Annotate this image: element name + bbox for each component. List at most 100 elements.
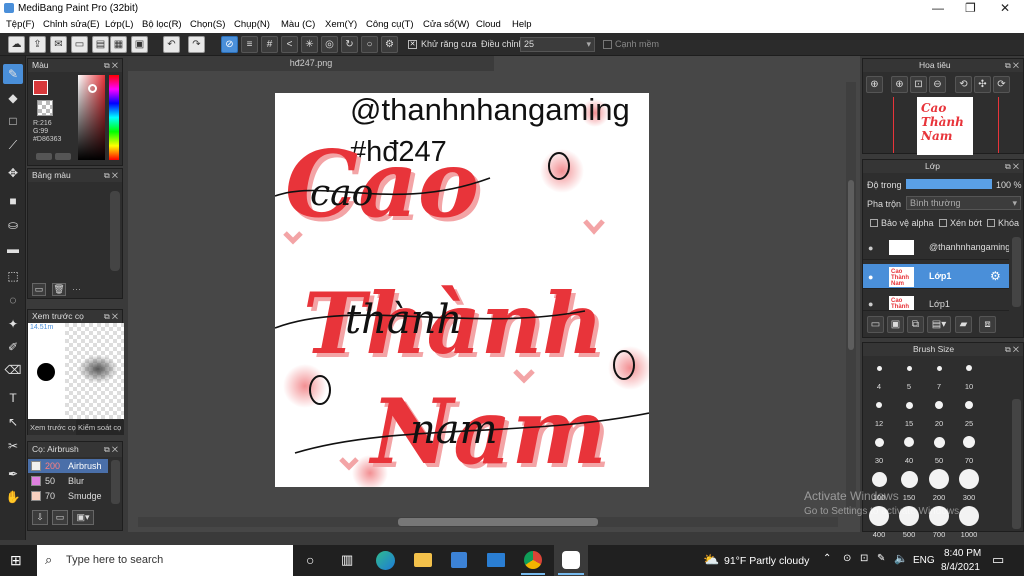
artboard[interactable]: @thanhnhangaming #hđ247 Cao Cao Thành Th… (275, 93, 649, 487)
menu-window[interactable]: Cửa sổ(W) (423, 19, 469, 30)
lock-checkbox[interactable] (987, 219, 995, 227)
brush-size-option[interactable]: 10 (954, 358, 984, 394)
add-palette-icon[interactable]: ▭ (32, 283, 46, 296)
close-icon[interactable]: ⧉ ✕ (104, 310, 118, 323)
eyedrop-button[interactable] (55, 153, 71, 160)
clip-checkbox[interactable] (939, 219, 947, 227)
select-eraser-tool-icon[interactable]: ⌫ (3, 360, 23, 380)
tab-brush-preview[interactable]: Xem trước cọ (28, 420, 76, 435)
zoom-in-icon[interactable]: ⊕ (866, 76, 883, 93)
cortana-icon[interactable]: ○ (306, 552, 314, 568)
eye-icon[interactable]: ● (868, 243, 873, 253)
brush-size-option[interactable]: 70 (954, 432, 984, 468)
pen-workspace-icon[interactable]: ✎ (877, 553, 885, 564)
palette-scrollbar[interactable] (110, 191, 120, 271)
navigator-thumbnail[interactable]: Cao Thành Nam (917, 97, 973, 155)
eye-icon[interactable]: ● (868, 299, 873, 309)
tab-brush-control[interactable]: Kiểm soát cọ (76, 420, 124, 435)
horizontal-scroll-thumb[interactable] (398, 518, 598, 526)
radial-snap-icon[interactable]: ✳ (301, 36, 318, 53)
menu-color[interactable]: Màu (C) (281, 19, 315, 30)
brush-size-option[interactable]: 5 (894, 358, 924, 394)
close-icon[interactable]: ⧉ ✕ (1005, 160, 1019, 173)
meet-now-icon[interactable]: ⊙ (843, 553, 851, 564)
menu-layer[interactable]: Lớp(L) (105, 19, 133, 30)
fill-rect-tool-icon[interactable]: ■ (3, 191, 23, 211)
clock-date[interactable]: 8/4/2021 (941, 562, 980, 573)
layer-row[interactable]: ● Cao Thành Lớp1 (863, 293, 1009, 311)
close-icon[interactable]: ⧉ ✕ (1005, 343, 1019, 356)
operation-tool-icon[interactable]: ↖ (3, 412, 23, 432)
document-tab[interactable]: hđ247.png (128, 56, 494, 71)
brush-size-option[interactable]: 30 (864, 432, 894, 468)
edge-browser-icon[interactable] (376, 551, 395, 570)
add-brush-icon[interactable]: ▭ (52, 510, 68, 525)
redo-icon[interactable]: ↷ (188, 36, 205, 53)
no-snap-icon[interactable]: ⊘ (221, 36, 238, 53)
menu-view[interactable]: Xem(Y) (325, 19, 357, 30)
brush-menu-icon[interactable]: ▣▾ (72, 510, 94, 525)
color-picker-handle[interactable] (88, 84, 97, 93)
clock-time[interactable]: 8:40 PM (944, 548, 981, 559)
menu-cloud[interactable]: Cloud (476, 19, 501, 30)
select-tool-icon[interactable]: ⬚ (3, 266, 23, 286)
language-indicator[interactable]: ENG (913, 555, 935, 566)
divide-tool-icon[interactable]: ✂ (3, 436, 23, 456)
soft-edge-checkbox[interactable] (603, 40, 612, 49)
brush-size-option[interactable]: 20 (924, 395, 954, 431)
close-icon[interactable]: ⧉ ✕ (104, 59, 118, 72)
undo-icon[interactable]: ↶ (163, 36, 180, 53)
folder-icon[interactable]: ▭ (71, 36, 88, 53)
download-brush-icon[interactable]: ⇩ (32, 510, 48, 525)
rotate-left-icon[interactable]: ⟲ (955, 76, 972, 93)
cloud-icon[interactable]: ☁ (8, 36, 25, 53)
ellipse-snap-icon[interactable]: ○ (361, 36, 378, 53)
opacity-slider[interactable] (906, 179, 992, 189)
close-icon[interactable]: ⧉ ✕ (104, 169, 118, 182)
search-box[interactable]: ⌕ Type here to search (37, 545, 293, 576)
dot-tool-icon[interactable]: □ (3, 111, 23, 131)
merge-layer-icon[interactable]: ⧈ (979, 316, 996, 333)
menu-edit[interactable]: Chỉnh sửa(E) (43, 19, 100, 30)
parallel-snap-icon[interactable]: ≡ (241, 36, 258, 53)
eraser-tool-icon[interactable]: ◆ (3, 88, 23, 108)
move-tool-icon[interactable]: ✥ (3, 163, 23, 183)
trash-icon[interactable]: 🗑 (52, 283, 66, 296)
hue-slider[interactable] (109, 75, 119, 160)
fit-icon[interactable]: ⊡ (910, 76, 927, 93)
close-icon[interactable]: ⧉ ✕ (1005, 59, 1019, 72)
chevron-up-icon[interactable]: ⌃ (823, 553, 831, 564)
folder-icon[interactable]: ▰ (955, 316, 972, 333)
brush-size-option[interactable]: 7 (924, 358, 954, 394)
windows-start-icon[interactable]: ⊞ (10, 552, 22, 569)
brush-item-airbrush[interactable]: 200 Airbrush (28, 459, 108, 473)
zoom-in-2-icon[interactable]: ⊕ (891, 76, 908, 93)
magic-wand-tool-icon[interactable]: ✦ (3, 314, 23, 334)
eye-icon[interactable]: ● (868, 272, 873, 282)
medibang-taskbar-button[interactable] (554, 545, 588, 576)
protect-alpha-checkbox[interactable] (870, 219, 878, 227)
layer-menu-icon[interactable]: ▤▾ (927, 316, 951, 333)
brush-size-option[interactable]: 40 (894, 432, 924, 468)
primary-color-swatch[interactable] (33, 80, 48, 95)
adjust-input[interactable]: 25 ▾ (520, 37, 595, 52)
store-icon[interactable] (451, 552, 467, 568)
weather-text[interactable]: 91°F Partly cloudy (724, 555, 809, 567)
color-mode-button[interactable] (36, 153, 52, 160)
chrome-icon[interactable] (524, 551, 542, 569)
brush-tool-icon[interactable]: ✎ (3, 64, 23, 84)
network-icon[interactable]: ⊡ (860, 553, 868, 564)
menu-select[interactable]: Chọn(S) (190, 19, 225, 30)
palette-more[interactable]: ··· (72, 284, 81, 294)
new-halftone-layer-icon[interactable]: ▣ (887, 316, 904, 333)
brush-size-option[interactable]: 4 (864, 358, 894, 394)
export-icon[interactable]: ▦ (110, 36, 127, 53)
zoom-out-icon[interactable]: ⊖ (929, 76, 946, 93)
brush-size-option[interactable]: 12 (864, 395, 894, 431)
vanish-snap-icon[interactable]: < (281, 36, 298, 53)
menu-file[interactable]: Tệp(F) (6, 19, 35, 30)
layer-row[interactable]: ● @thanhnhangaming (863, 235, 1009, 260)
volume-icon[interactable]: 🔈 (894, 552, 908, 565)
mail-icon[interactable] (487, 553, 505, 567)
secondary-color-swatch[interactable] (37, 100, 53, 116)
